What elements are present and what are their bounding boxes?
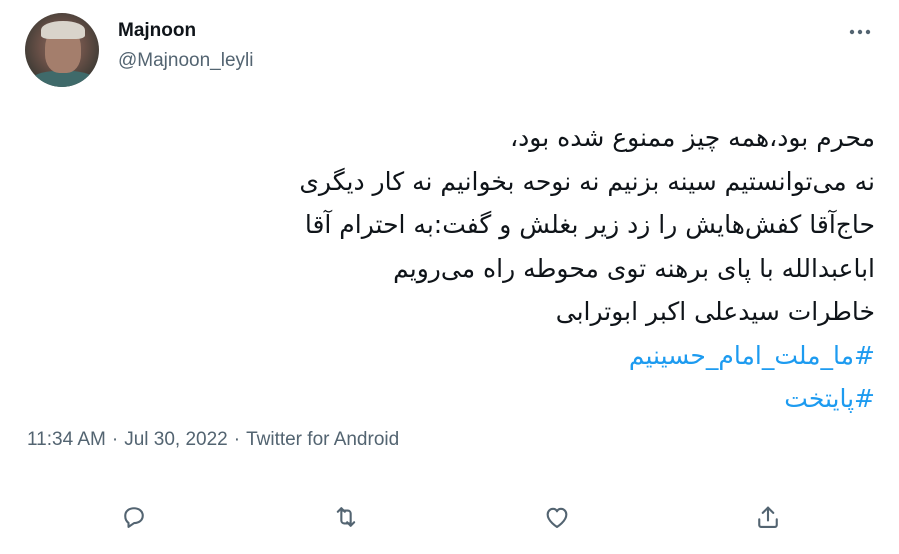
avatar-shoulder [31,71,95,87]
tweet-line: محرم بود،همه چیز ممنوع شده بود، [510,123,875,152]
retweet-button[interactable] [329,500,363,534]
like-icon [546,507,568,528]
avatar-hair [41,21,85,39]
tweet-line: نه می‌توانستیم سینه بزنیم نه نوحه بخوانی… [299,166,875,196]
tweet-time[interactable]: 11:34 AM [27,429,106,450]
more-options-button[interactable] [840,18,880,46]
tweet-line: اباعبدالله با پای برهنه توی محوطه راه می… [393,253,875,283]
tweet-metadata: 11:34 AM · Jul 30, 2022 · Twitter for Androi… [27,429,399,451]
retweet-icon [336,507,356,527]
display-name[interactable]: Majnoon [118,20,196,42]
reply-button[interactable] [117,500,151,534]
tweet-text: محرم بود،همه چیز ممنوع شده بود، نه می‌تو… [25,116,875,421]
tweet-source[interactable]: Twitter for Android [246,429,399,450]
tweet-line: حاج‌آقا کفش‌هایش را زد زیر بغلش و گفت:به… [304,210,875,239]
more-dots-icon [849,29,871,35]
avatar[interactable] [25,13,99,87]
hashtag-link[interactable]: #ما_ملت_امام_حسینیم [25,334,875,378]
share-icon [758,506,778,528]
meta-separator: · [233,429,241,450]
tweet-date[interactable]: Jul 30, 2022 [124,429,228,450]
reply-icon [124,507,144,528]
share-button[interactable] [751,500,785,534]
tweet-card: Majnoon @Majnoon_leyli محرم بود،همه چیز … [0,0,899,554]
action-bar [0,500,899,534]
user-handle[interactable]: @Majnoon_leyli [118,50,253,72]
hashtag-link[interactable]: #پایتخت [25,377,875,421]
meta-separator: · [111,429,119,450]
tweet-line: خاطرات سیدعلی اکبر ابوترابی [555,297,875,326]
like-button[interactable] [540,500,574,534]
